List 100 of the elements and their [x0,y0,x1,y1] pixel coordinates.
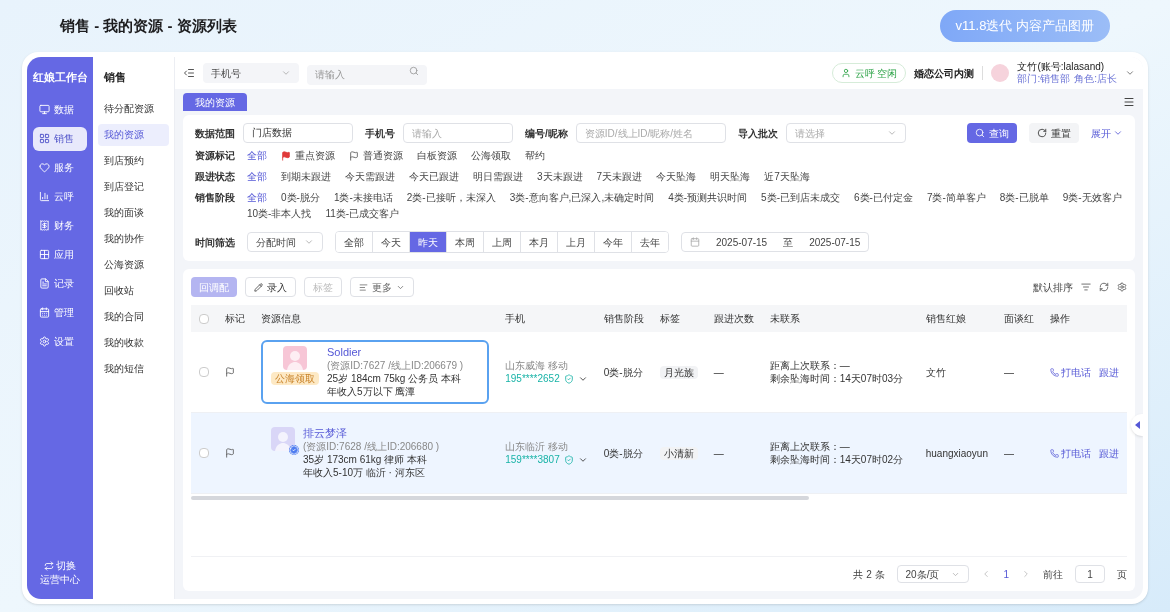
sub-nav-item[interactable]: 我的资源 [98,123,169,146]
switch-center-button[interactable]: 切换 运营中心 [40,559,80,587]
column-header: 销售红娘 [917,305,996,332]
filter-option[interactable]: 4类-预测共识时间 [668,190,748,206]
nav-item[interactable]: 销售 [33,126,87,151]
filter-option[interactable]: 白板资源 [417,148,457,164]
call-link[interactable]: 打电话 [1050,445,1091,461]
sort-label[interactable]: 默认排序 [1033,279,1073,295]
resource-name[interactable]: 排云梦泽 [303,427,347,440]
page-tab[interactable]: 我的资源 [183,93,247,111]
resource-info-cell[interactable]: 公海领取 Soldier (资源ID:7627 /线上ID:206679 ) 25岁 184cm 75kg 公务员 本科 年收入5万以下 鹰潭 [261,340,490,404]
page-number[interactable]: 1 [1003,566,1009,582]
chevron-down-icon [1113,128,1123,138]
table-row[interactable]: 排云梦泽 (资源ID:7628 /线上ID:206680 ) 35岁 173cm 61kg 律师 本科 年收入5-10万 临沂 · 河东区 山东临沂 移动 159****3807 0类-脱分 小清新 — 距离上次联系：— 剩余坠海时间：14天07时02分 huangxiaoyun — 打电话 跟进 [191,412,1127,494]
sub-nav-item[interactable]: 公海资源 [98,253,169,276]
collapse-menu-icon[interactable] [183,67,195,79]
drop-time: 剩余坠海时间：14天07时03分 [769,372,905,385]
filter-option[interactable]: 3类-意向客户,已深入,未确定时间 [509,190,655,206]
row-checkbox[interactable] [199,367,209,377]
time-type-select[interactable]: 分配时间 [247,232,323,252]
sales-stage: 0类-脱分 [603,366,643,378]
nav-item[interactable]: 财务 [33,213,87,238]
nav-item[interactable]: 服务 [33,155,87,180]
filter-option[interactable]: 全部 [247,169,267,185]
date-range-field[interactable]: 2025-07-15 至 2025-07-15 [681,232,870,252]
filter-option[interactable]: 今天需跟进 [345,169,395,185]
flag-outline-icon [349,151,359,161]
filter-option[interactable]: 明日需跟进 [473,169,523,185]
filter-option[interactable]: 普通资源 [349,148,403,164]
add-entry-button[interactable]: 录入 [245,277,296,297]
filter-option[interactable]: 全部 [247,190,267,206]
filter-option[interactable]: 明天坠海 [710,169,751,185]
time-range-tab[interactable]: 全部 [336,232,373,252]
sub-nav-item[interactable]: 我的面谈 [98,201,169,224]
filter-input[interactable]: 资源ID/线上ID/昵称/姓名 [575,123,726,143]
filter-option[interactable]: 帮约 [525,148,545,164]
reset-button[interactable]: 重置 [1029,123,1079,143]
follow-up-link[interactable]: 跟进 [1099,364,1119,380]
filter-option[interactable]: 近7天坠海 [764,169,810,185]
filter-option[interactable]: 1类-未接电话 [333,190,393,206]
time-range-tab[interactable]: 昨天 [410,232,447,252]
nav-item[interactable]: 设置 [33,329,87,354]
query-button[interactable]: 查询 [967,123,1017,143]
filter-option[interactable]: 3天未跟进 [537,169,583,185]
header-checkbox[interactable] [199,313,209,324]
horizontal-scrollbar[interactable] [191,496,809,500]
nav-item[interactable]: 管理 [33,300,87,325]
sub-nav-item[interactable]: 到店预约 [98,149,169,172]
row-checkbox[interactable] [199,448,209,458]
settings-icon[interactable] [1117,282,1127,292]
flag-outline-icon[interactable] [225,448,235,458]
call-link[interactable]: 打电话 [1050,364,1091,380]
nav-item[interactable]: 云呼 [33,184,87,209]
flag-outline-icon[interactable] [225,367,235,377]
refresh-icon[interactable] [1099,282,1109,292]
filter-option[interactable]: 2类-已接听，未深入 [406,190,496,206]
search-icon [975,128,985,138]
filter-option[interactable]: 0类-脱分 [281,190,320,206]
sub-nav-item[interactable]: 我的协作 [98,227,169,250]
page-size-select[interactable]: 20条/页 [896,565,970,583]
filter-option[interactable]: 今天已跟进 [409,169,459,185]
filter-option[interactable]: 到期未跟进 [281,169,331,185]
goto-page-field[interactable]: 1 [1075,565,1105,583]
filter-input[interactable]: 门店数据 [243,123,353,143]
sub-nav-item[interactable]: 回收站 [98,279,169,302]
sort-icon[interactable] [1081,282,1091,292]
filter-option[interactable]: 7类-简单客户 [926,190,986,206]
resource-name[interactable]: Soldier [327,346,362,359]
filter-option[interactable]: 今天坠海 [656,169,697,185]
filter-option[interactable]: 9类-无效客户 [1062,190,1122,206]
side-panel-handle[interactable] [1131,413,1143,436]
filter-input[interactable]: 请输入 [403,123,513,143]
expand-link[interactable]: 展开 [1091,125,1123,141]
filter-option[interactable]: 11类-已成交客户 [325,206,400,222]
resource-info-cell[interactable]: 排云梦泽 (资源ID:7628 /线上ID:206680 ) 35岁 173cm 61kg 律师 本科 年收入5-10万 临沂 · 河东区 [261,421,490,485]
filter-option[interactable]: 7天未跟进 [596,169,643,185]
list-icon [359,282,368,292]
follow-up-link[interactable]: 跟进 [1099,445,1119,461]
filter-option[interactable]: 公海领取 [471,148,511,164]
sub-nav-item[interactable]: 待分配资源 [98,97,169,120]
nav-item[interactable]: 数据 [33,97,87,122]
sub-nav-item[interactable]: 我的合同 [98,305,169,328]
filter-option[interactable]: 8类-已脱单 [999,190,1049,206]
filter-option[interactable]: 6类-已付定金 [854,190,913,206]
sub-nav-item[interactable]: 到店登记 [98,175,169,198]
filter-option[interactable]: 5类-已到店未成交 [761,190,840,206]
user-menu-caret-icon[interactable] [1125,68,1135,78]
sub-nav-item[interactable]: 我的收款 [98,331,169,354]
sub-nav-item[interactable]: 我的短信 [98,357,169,380]
filter-option[interactable]: 10类-非本人找 [247,206,312,222]
search-field[interactable]: 请输入 [307,64,427,85]
column-header: 标记 [217,305,253,332]
nav-item[interactable]: 应用 [33,242,87,267]
table-row[interactable]: 公海领取 Soldier (资源ID:7627 /线上ID:206679 ) 25岁 184cm 75kg 公务员 本科 年收入5万以下 鹰潭 山东威海 移动 195****2652 0类-脱分 月光族 — 距离上次联系：— 剩余坠海时间：14天07时03分 文竹 — 打电话 跟进 [191,332,1127,413]
nav-item[interactable]: 记录 [33,271,87,296]
filter-option[interactable]: 重点资源 [281,148,335,164]
menu-icon[interactable] [1123,96,1135,108]
search-type-select[interactable]: 手机号 [203,63,299,83]
filter-option[interactable]: 全部 [247,148,267,164]
more-button[interactable]: 更多 [350,277,414,297]
